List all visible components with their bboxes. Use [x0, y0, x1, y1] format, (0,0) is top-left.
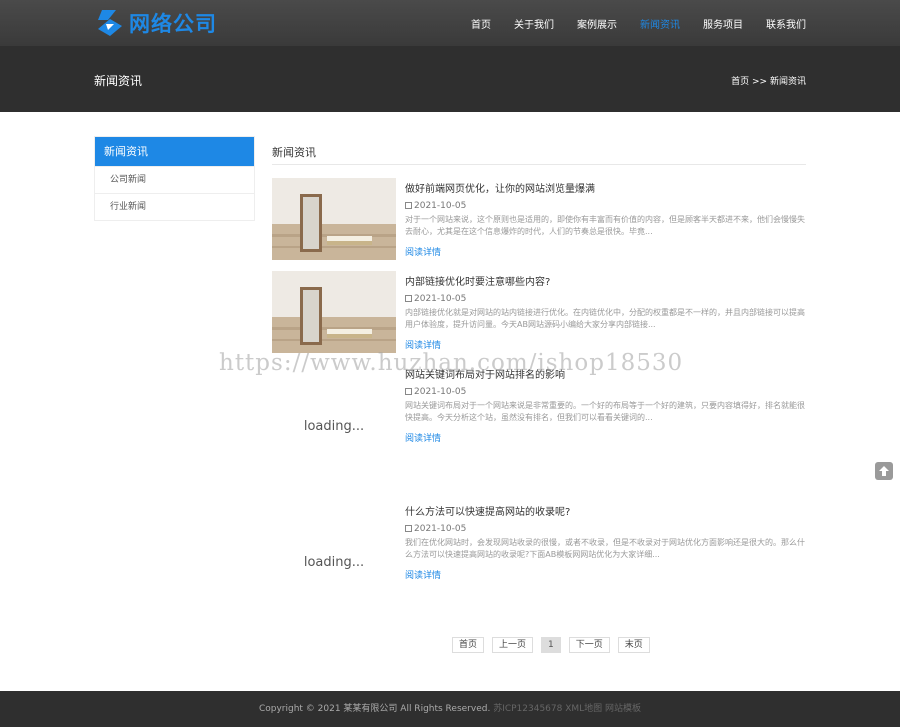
read-more-link[interactable]: 阅读详情 — [405, 431, 441, 444]
page-banner: 新闻资讯 首页 >> 新闻资讯 — [0, 46, 900, 112]
article-date-text: 2021-10-05 — [414, 294, 467, 304]
article-title[interactable]: 内部链接优化时要注意哪些内容? — [405, 273, 550, 288]
article-title[interactable]: 做好前端网页优化，让你的网站浏览量爆满 — [405, 180, 595, 195]
article-summary: 内部链接优化就是对网站的站内链接进行优化。在内链优化中，分配的权重都是不一样的，… — [405, 308, 805, 329]
calendar-icon — [405, 295, 412, 302]
article-date: 2021-10-05 — [405, 201, 466, 211]
article-date: 2021-10-05 — [405, 294, 466, 304]
back-to-top-button[interactable] — [875, 462, 893, 480]
breadcrumb-current: 新闻资讯 — [769, 77, 806, 87]
article-summary: 我们在优化网站时，会发现网站收录的很慢，或者不收录，但是不收录对于网站优化方面影… — [405, 538, 805, 559]
page-number-button[interactable]: 1 — [541, 637, 561, 653]
read-more-link[interactable]: 阅读详情 — [405, 568, 441, 581]
article-thumbnail-loading: loading... — [272, 521, 396, 603]
article-date-text: 2021-10-05 — [414, 387, 467, 397]
footer-copyright: Copyright © 2021 某某有限公司 All Rights Reser… — [258, 704, 491, 714]
logo-icon — [98, 10, 122, 36]
watermark-text: https://www.huzhan.com/ishop18530 — [219, 350, 684, 376]
article-thumbnail[interactable] — [272, 271, 396, 353]
article-thumbnail[interactable] — [272, 178, 396, 260]
calendar-icon — [405, 525, 412, 532]
sidebar-item-company-news[interactable]: 公司新闻 — [95, 166, 254, 193]
article-date-text: 2021-10-05 — [414, 201, 467, 211]
article-date-text: 2021-10-05 — [414, 524, 467, 534]
article-date: 2021-10-05 — [405, 524, 466, 534]
arrow-up-icon — [879, 466, 889, 476]
article-item: 做好前端网页优化，让你的网站浏览量爆满 2021-10-05 对于一个网站来说，… — [272, 178, 806, 260]
nav-item-cases[interactable]: 案例展示 — [577, 16, 617, 31]
brand-name: 网络公司 — [129, 12, 217, 36]
read-more-link[interactable]: 阅读详情 — [405, 245, 441, 258]
nav-item-about[interactable]: 关于我们 — [514, 16, 554, 31]
pagination: 首页 上一页 1 下一页 末页 — [452, 637, 658, 653]
article-summary: 对于一个网站来说，这个原则也是适用的，即使你有丰富而有价值的内容，但是顾客半天都… — [405, 215, 805, 236]
article-summary: 网站关键词布局对于一个网站来说是非常重要的。一个好的布局等于一个好的建筑，只要内… — [405, 401, 805, 422]
nav-item-home[interactable]: 首页 — [471, 16, 491, 31]
footer: Copyright © 2021 某某有限公司 All Rights Reser… — [0, 691, 900, 727]
article-date: 2021-10-05 — [405, 387, 466, 397]
logo[interactable]: 网络公司 — [94, 6, 217, 40]
article-thumbnail-loading: loading... — [272, 385, 396, 467]
sidebar-heading[interactable]: 新闻资讯 — [95, 137, 254, 166]
nav-item-services[interactable]: 服务项目 — [703, 16, 743, 31]
page-title: 新闻资讯 — [94, 74, 143, 88]
nav-item-contact[interactable]: 联系我们 — [766, 16, 806, 31]
breadcrumb: 首页 >> 新闻资讯 — [731, 74, 806, 87]
page-prev-button[interactable]: 上一页 — [492, 637, 534, 653]
sidebar-item-industry-news[interactable]: 行业新闻 — [95, 193, 254, 220]
footer-links[interactable]: 苏ICP12345678 XML地图 网站模板 — [493, 704, 641, 714]
article-title[interactable]: 什么方法可以快速提高网站的收录呢? — [405, 503, 570, 518]
section-title: 新闻资讯 — [272, 146, 316, 159]
breadcrumb-separator: >> — [752, 77, 768, 87]
page-last-button[interactable]: 末页 — [617, 637, 650, 653]
article-item: loading... 网站关键词布局对于网站排名的影响 2021-10-05 网… — [272, 364, 806, 467]
page-first-button[interactable]: 首页 — [452, 637, 485, 653]
sidebar: 新闻资讯 公司新闻 行业新闻 — [94, 136, 255, 221]
page-next-button[interactable]: 下一页 — [568, 637, 610, 653]
breadcrumb-home[interactable]: 首页 — [731, 77, 749, 87]
calendar-icon — [405, 388, 412, 395]
top-navbar: 网络公司 首页 关于我们 案例展示 新闻资讯 服务项目 联系我们 — [0, 0, 900, 46]
article-item: loading... 什么方法可以快速提高网站的收录呢? 2021-10-05 … — [272, 501, 806, 603]
main-nav: 首页 关于我们 案例展示 新闻资讯 服务项目 联系我们 — [448, 0, 806, 46]
section-divider — [272, 164, 806, 165]
calendar-icon — [405, 202, 412, 209]
article-item: 内部链接优化时要注意哪些内容? 2021-10-05 内部链接优化就是对网站的站… — [272, 271, 806, 353]
nav-item-news[interactable]: 新闻资讯 — [640, 16, 680, 31]
